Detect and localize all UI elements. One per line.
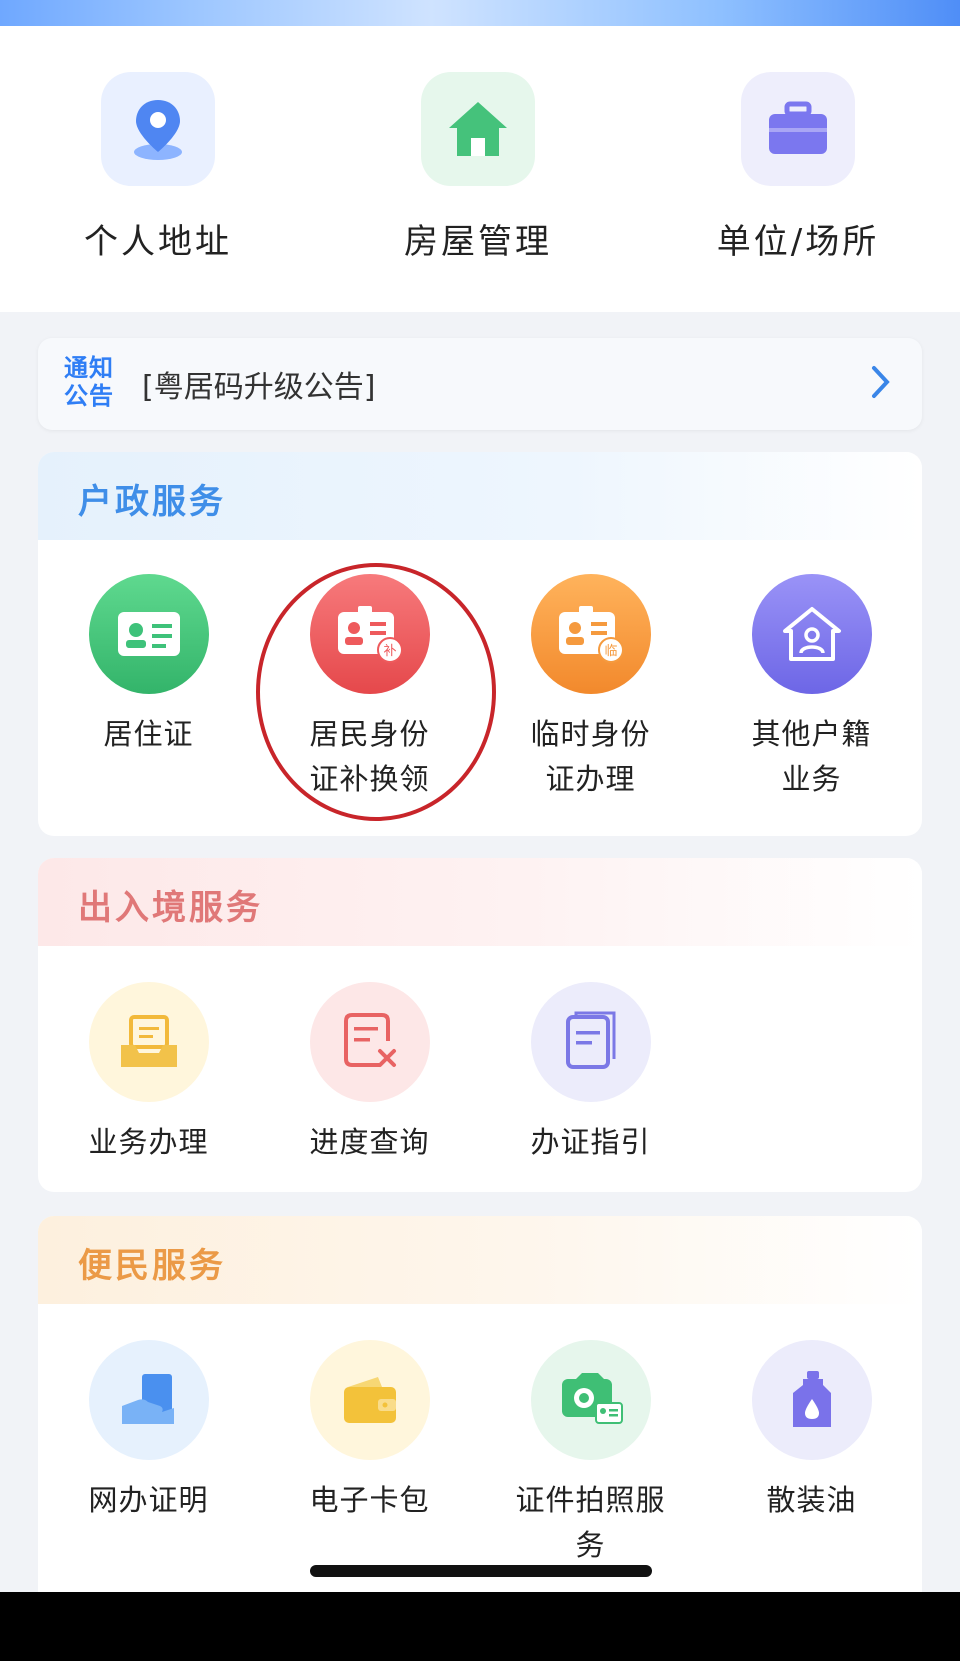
label-line1: 临时身份 [530,717,651,751]
label-line1: 证件拍照服 [515,1483,666,1517]
service-label: 临时身份 证办理 [480,712,701,802]
location-pin-icon [101,72,215,186]
bottom-black-band [0,1592,960,1661]
service-label: 进度查询 [309,1125,430,1159]
label-line1: 网办证明 [88,1483,209,1517]
card-header: 户政服务 [38,452,922,540]
service-e-wallet[interactable]: 电子卡包 [259,1340,480,1523]
quick-action-label: 单位/场所 [716,222,880,262]
residence-card-icon [88,574,209,694]
service-certificate-guide[interactable]: 办证指引 [480,982,701,1165]
quick-action-label: 个人地址 [84,222,232,262]
service-business-handling[interactable]: 业务办理 [38,982,259,1165]
exit-entry-services-card: 出入境服务 业务办理 进度查询 办证指引 [38,858,922,1192]
chevron-right-icon [870,364,892,404]
label-line1: 居住证 [103,717,194,751]
quick-actions-panel: 个人地址 房屋管理 单位/场所 [0,26,960,312]
label-line1: 散装油 [766,1483,857,1517]
section-title: 出入境服务 [78,888,263,928]
house-icon [421,72,535,186]
quick-action-label: 房屋管理 [404,222,552,262]
notice-badge-line1: 通知 [64,354,114,382]
service-label: 证件拍照服 务 [480,1478,701,1568]
quick-action-house-management[interactable]: 房屋管理 [328,72,628,263]
card-header: 出入境服务 [38,858,922,946]
service-id-photo[interactable]: 证件拍照服 务 [480,1340,701,1568]
service-other-household[interactable]: 其他户籍 业务 [701,574,922,802]
section-title: 户政服务 [78,482,226,522]
convenience-services-card: 便民服务 网办证明 电子卡包 证件拍照服 务 散装油 [38,1216,922,1592]
notice-badge-line2: 公告 [64,382,114,410]
inbox-tray-icon [88,982,209,1102]
section-title: 便民服务 [78,1246,226,1286]
quick-action-personal-address[interactable]: 个人地址 [8,72,308,263]
service-label: 居住证 [38,712,259,757]
oil-bottle-icon [751,1340,872,1460]
card-header: 便民服务 [38,1216,922,1304]
service-progress-query[interactable]: 进度查询 [259,982,480,1165]
service-bulk-oil[interactable]: 散装油 [701,1340,922,1523]
label-line2: 务 [575,1528,606,1562]
document-cancel-icon [309,982,430,1102]
badge-text: 临 [604,644,617,659]
service-label: 网办证明 [38,1478,259,1523]
top-banner [0,0,960,26]
service-residence-permit[interactable]: 居住证 [38,574,259,757]
label-line2: 业务 [781,762,842,796]
service-label: 业务办理 [88,1125,209,1159]
label-line2: 证办理 [545,762,636,796]
hand-document-icon [88,1340,209,1460]
service-temporary-id[interactable]: 临 临时身份 证办理 [480,574,701,802]
camera-id-icon [530,1340,651,1460]
temporary-id-icon: 临 [530,574,651,694]
service-label: 办证指引 [530,1125,651,1159]
highlight-circle [256,563,496,821]
home-indicator[interactable] [310,1565,652,1577]
label-line1: 电子卡包 [309,1483,430,1517]
household-register-icon [751,574,872,694]
label-line1: 其他户籍 [751,717,872,751]
notice-badge: 通知 公告 [64,354,114,410]
document-guide-icon [530,982,651,1102]
quick-action-unit-place[interactable]: 单位/场所 [648,72,948,263]
service-online-certificate[interactable]: 网办证明 [38,1340,259,1523]
wallet-icon [309,1340,430,1460]
service-label: 其他户籍 业务 [701,712,922,802]
service-label: 电子卡包 [259,1478,480,1523]
notice-bar[interactable]: 通知 公告 [粤居码升级公告] [38,338,922,430]
service-label: 散装油 [701,1478,922,1523]
briefcase-icon [741,72,855,186]
notice-text: [粤居码升级公告] [142,370,376,405]
